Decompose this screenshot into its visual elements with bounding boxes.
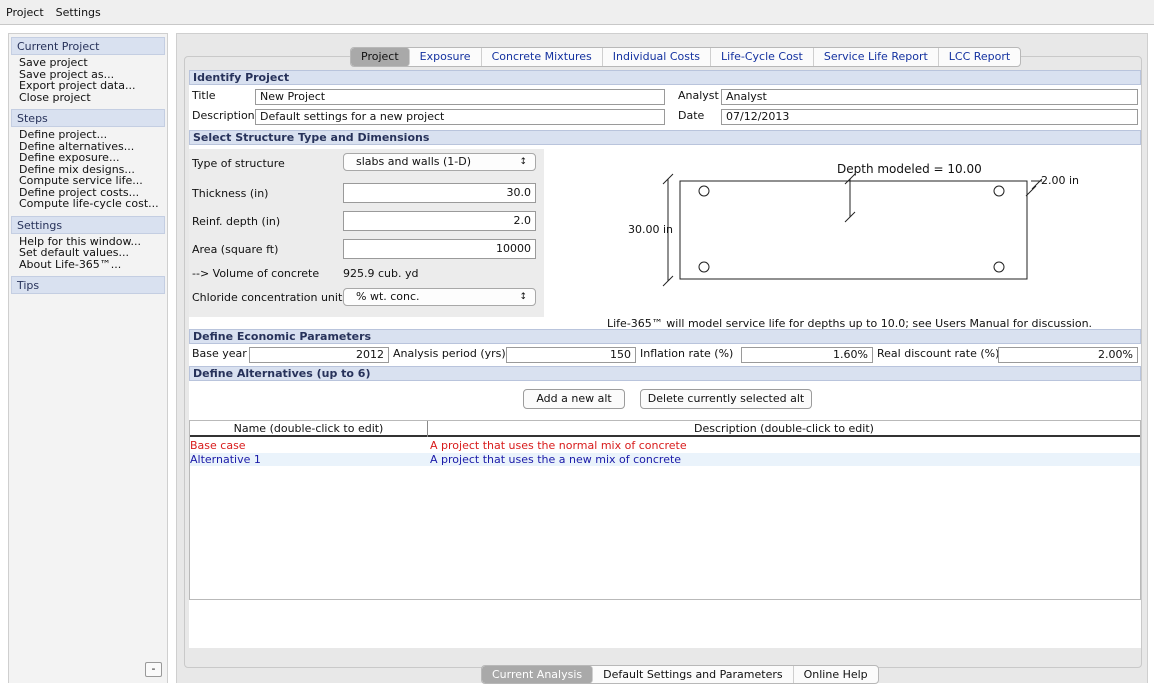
slab-outline [679,180,1028,280]
section-heading-identify: Identify Project [189,70,1141,85]
area-field[interactable]: 10000 [343,239,536,259]
sidebar-group-tips: Tips [9,276,167,294]
discount-rate-label: Real discount rate (%) [877,347,1000,360]
menu-bar: Project Settings [0,0,1154,25]
volume-label: --> Volume of concrete [192,267,320,280]
tab-online-help[interactable]: Online Help [794,666,878,683]
tab-bar: Project Exposure Concrete Mixtures Indiv… [350,47,1022,67]
sidebar-group-steps: Steps Define project... Define alternati… [9,109,167,210]
structure-type-label: Type of structure [192,157,285,170]
table-row[interactable]: Alternative 1 A project that uses the a … [190,453,1140,466]
structure-form: Type of structure slabs and walls (1-D) … [189,149,544,317]
slab-diagram-svg: Depth modeled = 10.00 2.00 in 30.00 in [628,162,1079,287]
sidebar-heading[interactable]: Tips [11,276,165,294]
reinf-depth-label: Reinf. depth (in) [192,215,281,228]
select-arrows-icon: ↕ [519,157,527,167]
sidebar-item-close-project[interactable]: Close project [9,92,167,104]
thickness-label: Thickness (in) [192,187,269,200]
column-header-name[interactable]: Name (double-click to edit) [190,421,428,437]
structure-type-select[interactable]: slabs and walls (1-D) ↕ [343,153,536,171]
sidebar-item-define-mix-designs[interactable]: Define mix designs... [9,164,167,176]
sidebar-group-settings: Settings Help for this window... Set def… [9,215,167,271]
date-label: Date [678,109,705,122]
chloride-units-label: Chloride concentration units [192,291,348,304]
sidebar-group-current-project: Current Project Save project Save projec… [9,37,167,103]
table-row[interactable]: Base case A project that uses the normal… [190,439,1140,452]
alternatives-table: Name (double-click to edit) Description … [189,420,1141,600]
volume-value: 925.9 cub. yd [343,267,419,280]
sidebar-heading[interactable]: Settings [11,215,165,234]
sidebar-item-compute-service-life[interactable]: Compute service life... [9,175,167,187]
tab-current-analysis[interactable]: Current Analysis [482,666,594,683]
section-heading-alternatives: Define Alternatives (up to 6) [189,366,1141,381]
description-field[interactable]: Default settings for a new project [255,109,665,125]
alternative-description[interactable]: A project that uses the a new mix of con… [430,453,681,466]
rebar-circle [993,185,1005,197]
collapse-button[interactable]: - [145,662,162,677]
area-label: Area (square ft) [192,243,279,256]
tab-exposure[interactable]: Exposure [410,48,482,66]
rebar-circle [698,185,710,197]
tab-project[interactable]: Project [351,48,410,66]
bottom-tab-bar: Current Analysis Default Settings and Pa… [481,665,879,684]
inflation-rate-label: Inflation rate (%) [640,347,734,360]
sidebar-item-help[interactable]: Help for this window... [9,236,167,248]
rebar-circle [698,261,710,273]
analysis-period-field[interactable]: 150 [506,347,636,363]
analysis-period-label: Analysis period (yrs) [393,347,506,360]
sidebar-heading[interactable]: Current Project [11,37,165,55]
alternative-name[interactable]: Base case [190,439,246,452]
sidebar-item-set-defaults[interactable]: Set default values... [9,247,167,259]
sidebar-item-compute-life-cycle-cost[interactable]: Compute life-cycle cost... [9,198,167,210]
description-label: Description [192,109,255,122]
thickness-field[interactable]: 30.0 [343,183,536,203]
sidebar-item-define-alternatives[interactable]: Define alternatives... [9,141,167,153]
sidebar-item-save-project-as[interactable]: Save project as... [9,69,167,81]
alternative-name[interactable]: Alternative 1 [190,453,261,466]
section-heading-structure: Select Structure Type and Dimensions [189,130,1141,145]
sidebar-item-export-project-data[interactable]: Export project data... [9,80,167,92]
sidebar-item-define-project-costs[interactable]: Define project costs... [9,187,167,199]
sidebar: Current Project Save project Save projec… [8,33,168,683]
analyst-field[interactable]: Analyst [721,89,1138,105]
inflation-rate-field[interactable]: 1.60% [741,347,873,363]
table-header: Name (double-click to edit) Description … [190,421,1140,437]
tab-concrete-mixtures[interactable]: Concrete Mixtures [482,48,603,66]
menu-project[interactable]: Project [6,6,44,19]
alternative-description[interactable]: A project that uses the normal mix of co… [430,439,687,452]
tab-default-settings[interactable]: Default Settings and Parameters [593,666,794,683]
section-heading-economic: Define Economic Parameters [189,329,1141,344]
base-year-field[interactable]: 2012 [249,347,389,363]
select-arrows-icon: ↕ [519,292,527,302]
tab-service-life-report[interactable]: Service Life Report [814,48,939,66]
analyst-label: Analyst [678,89,719,102]
sidebar-item-about[interactable]: About Life-365™... [9,259,167,271]
discount-rate-field[interactable]: 2.00% [998,347,1138,363]
thickness-dim-label: 30.00 in [628,223,673,236]
tab-life-cycle-cost[interactable]: Life-Cycle Cost [711,48,814,66]
chloride-units-value: % wt. conc. [356,290,420,303]
column-header-description[interactable]: Description (double-click to edit) [428,421,1140,437]
title-field[interactable]: New Project [255,89,665,105]
rebar-circle [993,261,1005,273]
depth-modeled-label: Depth modeled = 10.00 [837,162,982,176]
sidebar-item-define-project[interactable]: Define project... [9,129,167,141]
chloride-units-select[interactable]: % wt. conc. ↕ [343,288,536,306]
date-field[interactable]: 07/12/2013 [721,109,1138,125]
tab-individual-costs[interactable]: Individual Costs [603,48,712,66]
slab-diagram: Depth modeled = 10.00 2.00 in 30.00 in [544,149,1141,317]
sidebar-item-save-project[interactable]: Save project [9,57,167,69]
sidebar-heading[interactable]: Steps [11,109,165,127]
project-tab-content: Identify Project Title New Project Descr… [189,70,1141,648]
add-alternative-button[interactable]: Add a new alt [523,389,625,409]
base-year-label: Base year [192,347,247,360]
menu-settings[interactable]: Settings [56,6,101,19]
delete-alternative-button[interactable]: Delete currently selected alt [640,389,812,409]
cover-label: 2.00 in [1041,174,1079,187]
structure-type-value: slabs and walls (1-D) [356,155,472,168]
reinf-depth-field[interactable]: 2.0 [343,211,536,231]
tab-lcc-report[interactable]: LCC Report [939,48,1020,66]
sidebar-item-define-exposure[interactable]: Define exposure... [9,152,167,164]
title-label: Title [192,89,216,102]
